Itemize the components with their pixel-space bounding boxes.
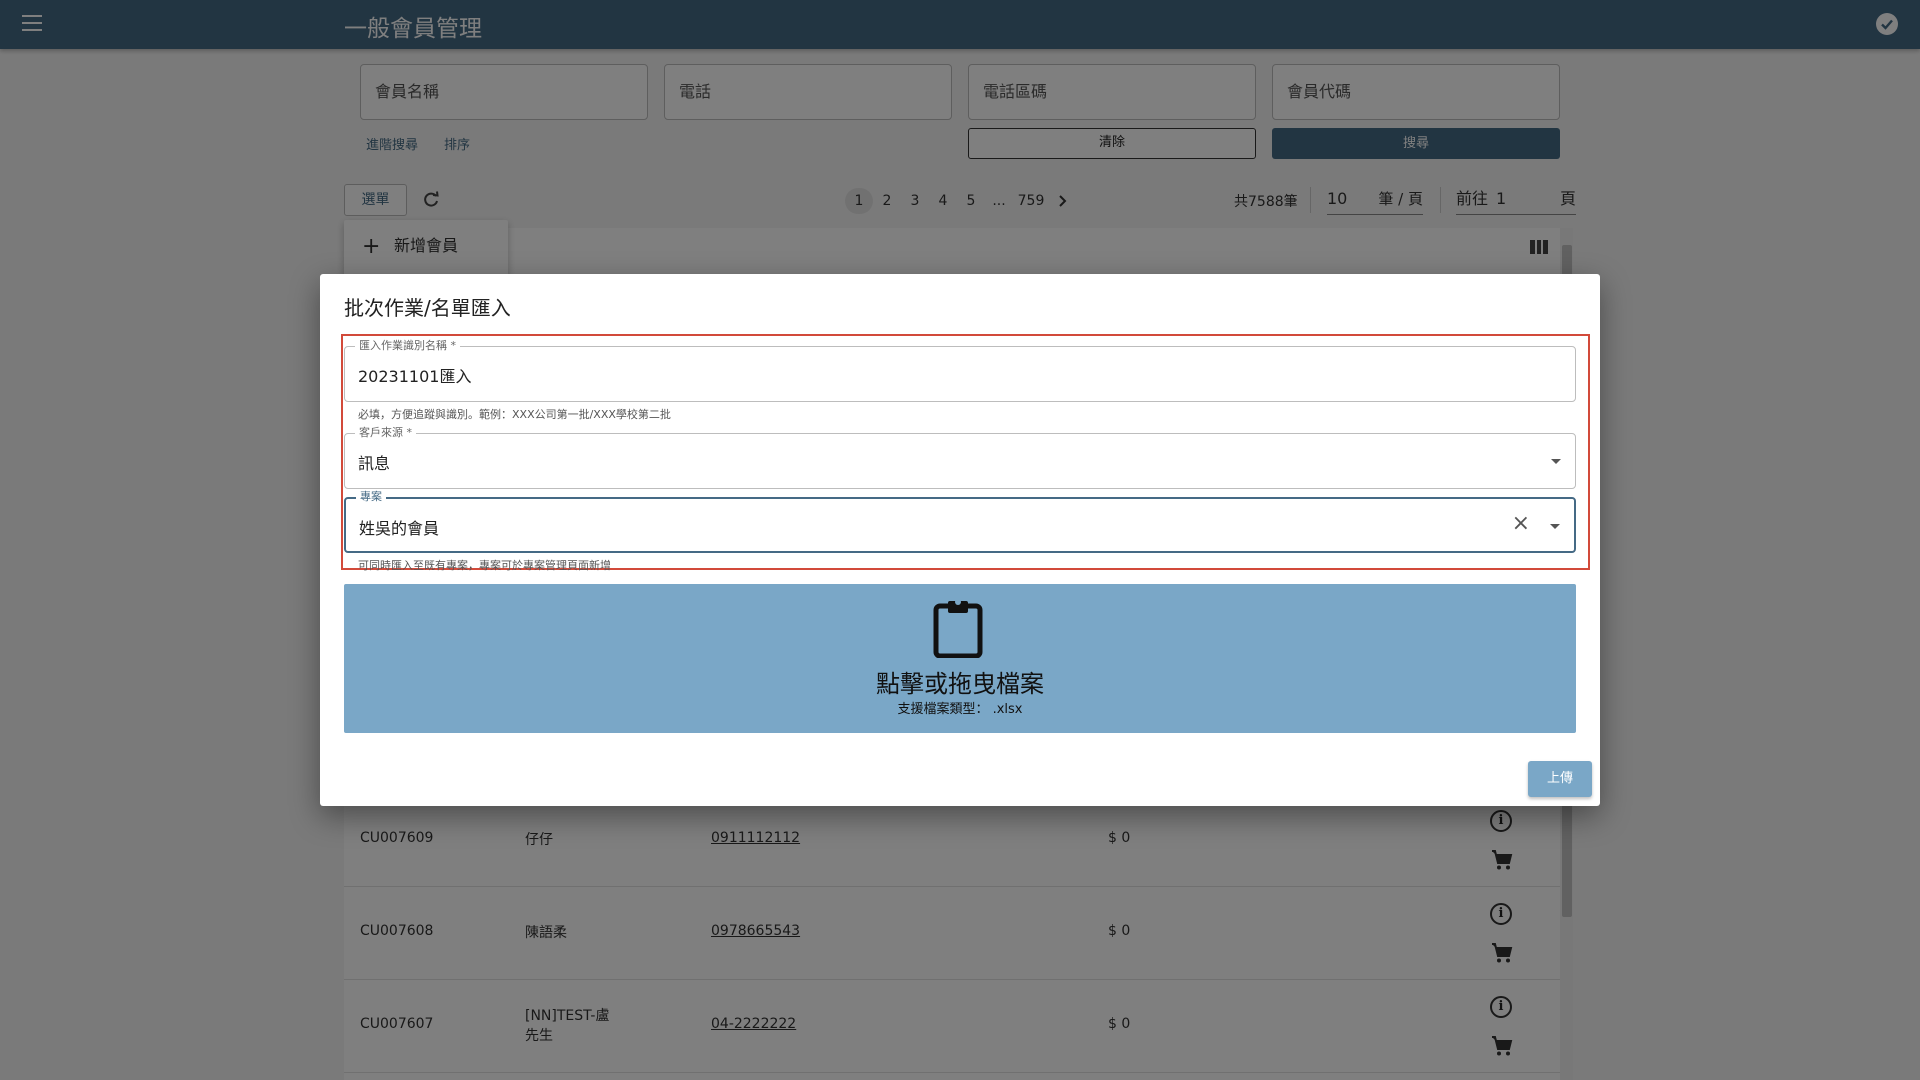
dialog-title: 批次作業/名單匯入 <box>344 296 511 320</box>
project-value: 姓吳的會員 <box>359 519 440 538</box>
dropdown-arrow-icon[interactable] <box>1550 524 1560 529</box>
dropzone-subtitle: 支援檔案類型： .xlsx <box>897 702 1023 717</box>
project-label: 專案 <box>356 490 386 504</box>
project-select[interactable]: 專案 姓吳的會員 × <box>344 490 1576 553</box>
dropdown-arrow-icon[interactable] <box>1551 459 1561 464</box>
clear-icon[interactable]: × <box>1512 513 1530 535</box>
clipboard-icon <box>933 599 983 658</box>
file-dropzone[interactable]: 點擊或拖曳檔案 支援檔案類型： .xlsx <box>344 584 1576 733</box>
import-dialog: 批次作業/名單匯入 匯入作業識別名稱 * 20231101匯入 必填，方便追蹤與… <box>320 274 1600 806</box>
project-helper: 可同時匯入至既有專案，專案可於專案管理頁面新增 <box>358 559 611 572</box>
source-select[interactable]: 客戶來源 * 訊息 <box>344 426 1576 489</box>
batch-name-helper: 必填，方便追蹤與識別。範例：XXX公司第一批/XXX學校第二批 <box>358 408 671 421</box>
batch-name-field[interactable]: 匯入作業識別名稱 * 20231101匯入 <box>344 339 1576 402</box>
batch-name-value: 20231101匯入 <box>358 367 472 386</box>
batch-name-label: 匯入作業識別名稱 * <box>355 339 460 353</box>
source-label: 客戶來源 * <box>355 426 416 440</box>
upload-button[interactable]: 上傳 <box>1528 761 1592 797</box>
dropzone-title: 點擊或拖曳檔案 <box>876 670 1044 698</box>
source-value: 訊息 <box>358 454 391 473</box>
